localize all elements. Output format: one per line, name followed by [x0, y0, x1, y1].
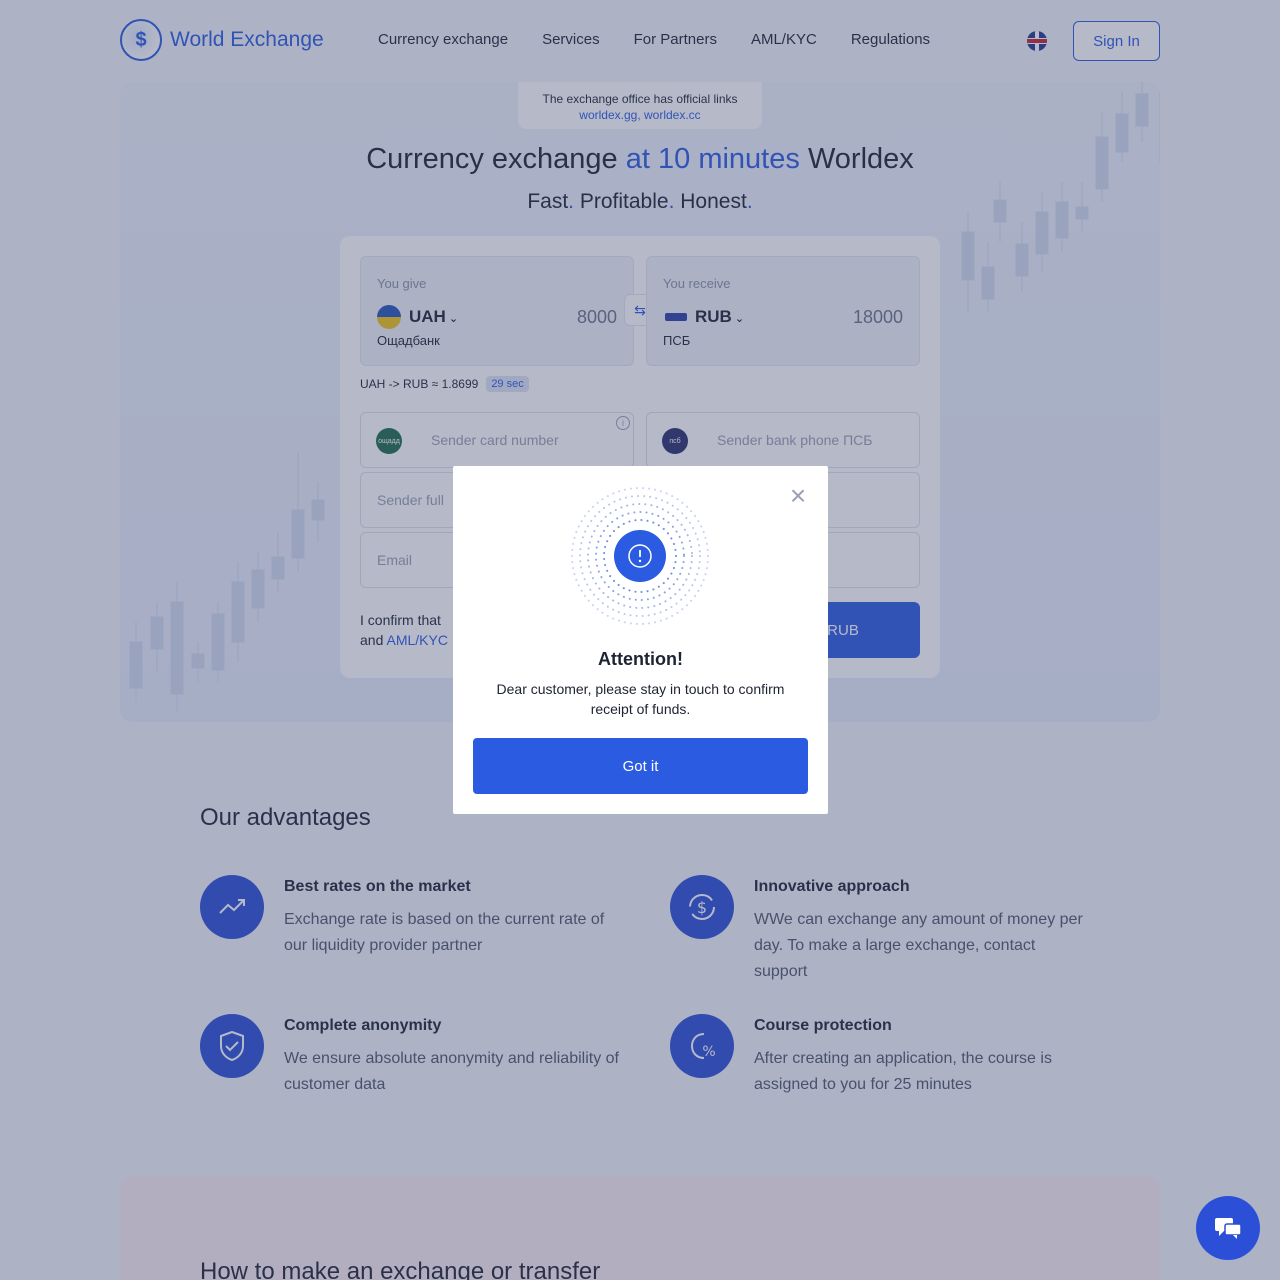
chat-button[interactable] [1196, 1196, 1260, 1260]
modal-title: Attention! [598, 649, 683, 669]
close-icon[interactable]: × [787, 482, 809, 510]
modal-text: Dear customer, please stay in touch to c… [496, 681, 785, 717]
got-it-button[interactable]: Got it [473, 738, 808, 794]
exclamation-icon [571, 487, 709, 625]
chat-bubbles-icon [1215, 1218, 1242, 1239]
attention-modal: × Attention! Dear customer, please stay … [453, 466, 828, 814]
